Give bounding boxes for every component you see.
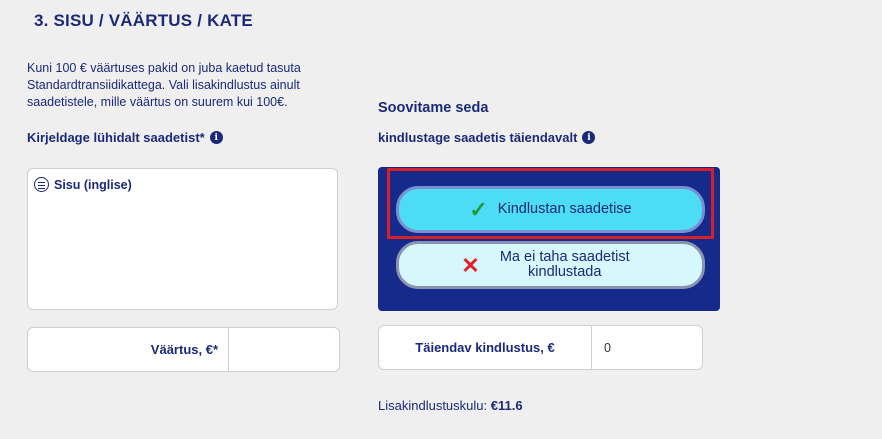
description-label-text: Kirjeldage lühidalt saadetist* xyxy=(27,130,205,145)
section-title: 3. SISU / VÄÄRTUS / KATE xyxy=(34,11,253,30)
insure-no-button[interactable]: ✕ Ma ei taha saadetist kindlustada xyxy=(396,241,705,289)
extra-insurance-cost: Lisakindlustuskulu: €11.6 xyxy=(378,398,523,413)
extra-insurance-label: Täiendav kindlustus, € xyxy=(415,340,555,355)
value-label: Väärtus, €* xyxy=(150,342,218,357)
cost-label: Lisakindlustuskulu: xyxy=(378,398,488,413)
cost-amount: €11.6 xyxy=(490,398,523,413)
selection-highlight xyxy=(387,168,714,239)
info-text: Kuni 100 € väärtuses pakid on juba kaetu… xyxy=(27,61,301,109)
content-textarea-header: Sisu (inglise) xyxy=(34,177,132,192)
content-textarea[interactable]: Sisu (inglise) xyxy=(27,168,338,310)
extra-insurance-input[interactable]: 0 xyxy=(591,326,702,369)
info-icon[interactable]: i xyxy=(582,131,596,144)
insurance-label: kindlustage saadetis täiendavalt i xyxy=(378,130,596,145)
cross-icon: ✕ xyxy=(461,252,480,278)
insure-no-label: Ma ei taha saadetist kindlustada xyxy=(499,249,630,280)
list-icon xyxy=(34,177,49,192)
insurance-label-text: kindlustage saadetis täiendavalt xyxy=(378,130,578,145)
info-icon[interactable]: i xyxy=(209,131,223,144)
value-field: Väärtus, €* xyxy=(27,327,340,372)
extra-insurance-field: Täiendav kindlustus, € 0 xyxy=(378,325,703,370)
value-input[interactable] xyxy=(228,328,339,371)
insurance-heading: Soovitame seda xyxy=(378,100,489,116)
description-label: Kirjeldage lühidalt saadetist* i xyxy=(27,130,223,145)
content-textarea-placeholder: Sisu (inglise) xyxy=(54,177,132,192)
